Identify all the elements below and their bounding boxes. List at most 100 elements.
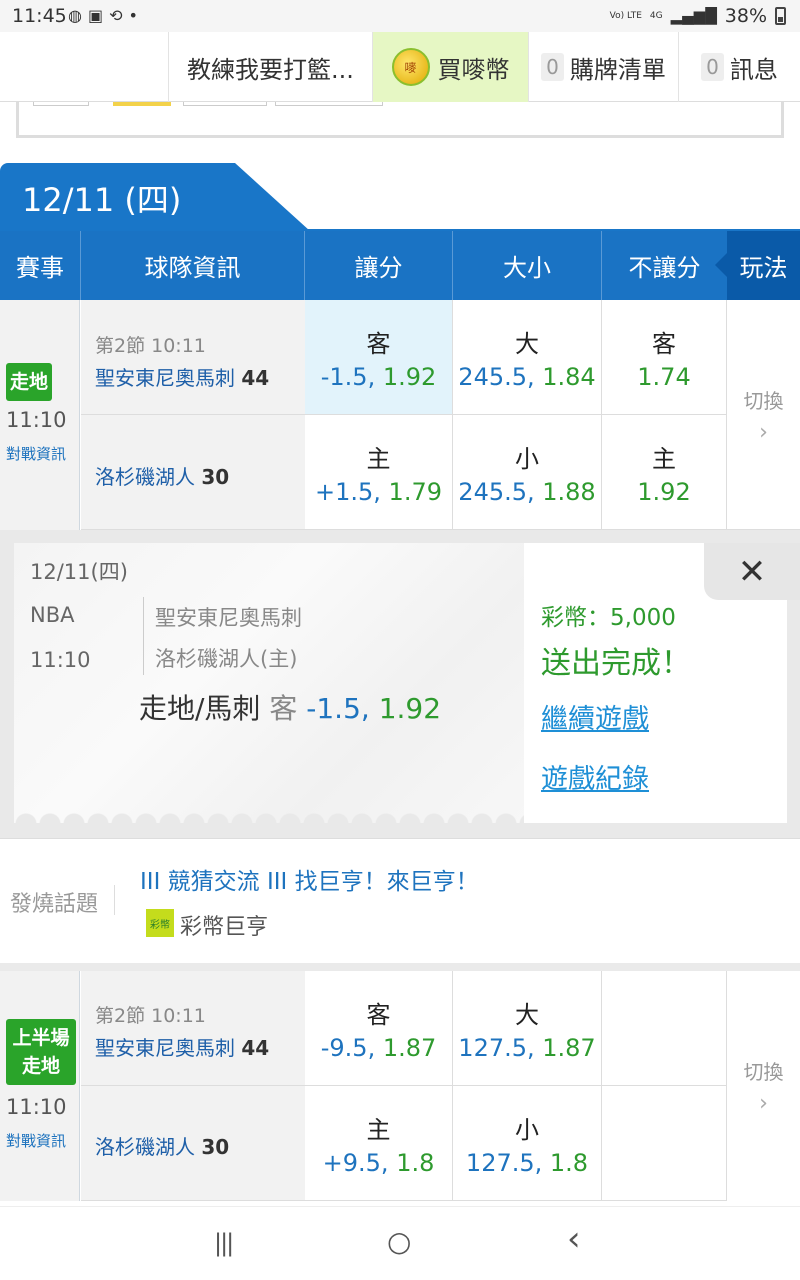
- game2-home-team: 洛杉磯湖人 30: [95, 1131, 229, 1160]
- game2-away-team-cell: 第2節 10:11 聖安東尼奧馬刺 44: [81, 971, 305, 1086]
- game1-matchup-info-link[interactable]: 對戰資訊: [6, 443, 66, 464]
- game1-spread-home-odds[interactable]: 主 +1.5, 1.79: [305, 415, 453, 530]
- table-header: 賽事 球隊資訊 讓分 大小 不讓分 玩法: [0, 231, 800, 300]
- odds-side: 主: [366, 1115, 391, 1144]
- messages-button[interactable]: 0 訊息: [678, 32, 800, 102]
- hot-topic-label: 發燒話題: [10, 892, 99, 917]
- game1-away-team-cell: 第2節 10:11 聖安東尼奧馬刺 44: [81, 300, 305, 415]
- hot-topic-divider: [114, 885, 115, 915]
- hot-topic-author[interactable]: 彩幣巨亨: [180, 909, 268, 941]
- buy-coins-button[interactable]: 嘜 買嘜幣: [372, 32, 528, 102]
- odds-price: 1.8: [396, 1148, 435, 1177]
- game1-home-team-cell: 洛杉磯湖人 30: [81, 415, 305, 530]
- game2-period: 第2節 10:11: [95, 1005, 206, 1027]
- ticket-time: 11:10: [30, 648, 91, 672]
- game2-home-score: 30: [201, 1135, 230, 1159]
- odds-line: -9.5,: [320, 1033, 383, 1062]
- header-spread: 讓分: [305, 231, 453, 300]
- game1-home-score: 30: [201, 465, 230, 489]
- header-play-toggle[interactable]: 玩法: [715, 231, 800, 300]
- status-right: Vo) LTE 4G ▂▄▆█ 38%: [610, 5, 786, 27]
- odds-price: 1.88: [542, 477, 596, 506]
- hot-topic-title-link[interactable]: III 競猜交流 III 找巨亨！來巨亨！: [140, 862, 479, 896]
- odds-side: 大: [515, 329, 539, 358]
- odds-value: 245.5, 1.84: [458, 363, 595, 391]
- game-history-link[interactable]: 遊戲紀錄: [541, 757, 649, 796]
- battery-percent: 38%: [724, 5, 767, 27]
- close-confirmation-button[interactable]: ✕: [704, 543, 800, 600]
- lottery-coin-icon: 彩幣: [146, 909, 174, 937]
- game1-time: 11:10: [6, 408, 67, 432]
- odds-value: -9.5, 1.87: [321, 1034, 437, 1062]
- odds-line: 245.5,: [458, 477, 543, 506]
- odds-value: 245.5, 1.88: [458, 478, 595, 506]
- continue-game-link[interactable]: 繼續遊戲: [541, 697, 649, 736]
- badge-line: 上半場: [12, 1027, 70, 1049]
- home-button[interactable]: ○: [387, 1225, 411, 1258]
- nav-forum-link[interactable]: 教練我要打籃...: [168, 32, 372, 102]
- game1-moneyline-away-odds[interactable]: 客 1.74: [602, 300, 727, 415]
- odds-value: 1.74: [637, 363, 690, 391]
- odds-line: +1.5,: [315, 477, 389, 506]
- odds-price: 1.79: [388, 477, 442, 506]
- odds-side: 主: [366, 444, 391, 473]
- basketball-icon: ◍: [68, 6, 82, 25]
- odds-line: -1.5,: [320, 362, 383, 391]
- dot-icon: •: [128, 6, 138, 25]
- ticket-bet-price: 1.92: [378, 692, 442, 725]
- game2-spread-away-odds[interactable]: 客 -9.5, 1.87: [305, 971, 453, 1086]
- game2-switch-button[interactable]: 切換 ›: [727, 971, 800, 1201]
- game1-total-over-odds[interactable]: 大 245.5, 1.84: [453, 300, 602, 415]
- game2-live-badge: 上半場 走地: [6, 1019, 76, 1085]
- sync-icon: ⟲: [109, 6, 123, 25]
- game2-moneyline-home-empty: [602, 1086, 727, 1201]
- odds-price: 1.84: [542, 362, 596, 391]
- ticket-date: 12/11(四): [30, 560, 128, 584]
- ticket-divider: [143, 597, 144, 675]
- switch-label: 切換: [743, 1060, 784, 1084]
- odds-side: 大: [515, 1000, 539, 1029]
- odds-value: 1.92: [637, 478, 690, 506]
- status-bar: 11:45 ◍ ▣ ⟲ • Vo) LTE 4G ▂▄▆█ 38%: [0, 0, 800, 32]
- ticket-bet-side: 客: [269, 692, 298, 725]
- submit-success-text: 送出完成！: [541, 646, 691, 681]
- odds-price: 1.87: [382, 1033, 437, 1062]
- game1-switch-button[interactable]: 切換 ›: [727, 300, 800, 530]
- odds-line: 127.5,: [458, 1033, 543, 1062]
- date-tab-label: 12/11 (四): [22, 181, 182, 219]
- game2-spread-home-odds[interactable]: 主 +9.5, 1.8: [305, 1086, 453, 1201]
- game1-away-team: 聖安東尼奧馬刺 44: [95, 362, 269, 391]
- header-total: 大小: [453, 231, 602, 300]
- volte-icon: Vo) LTE: [609, 10, 642, 21]
- game2-away-team-name: 聖安東尼奧馬刺: [95, 1036, 235, 1060]
- banner-chip: [275, 102, 383, 106]
- odds-value: 127.5, 1.87: [458, 1034, 595, 1062]
- odds-side: 客: [366, 1000, 391, 1029]
- odds-value: +1.5, 1.79: [315, 478, 442, 506]
- game2-total-over-odds[interactable]: 大 127.5, 1.87: [453, 971, 602, 1086]
- odds-price: 1.92: [637, 477, 691, 506]
- messages-label: 訊息: [729, 55, 778, 84]
- game1-total-under-odds[interactable]: 小 245.5, 1.88: [453, 415, 602, 530]
- android-nav-bar: ||| ○ ‹: [0, 1206, 800, 1280]
- recent-apps-button[interactable]: |||: [214, 1229, 234, 1257]
- game2-total-under-odds[interactable]: 小 127.5, 1.8: [453, 1086, 602, 1201]
- odds-value: 127.5, 1.8: [466, 1149, 588, 1177]
- back-button[interactable]: ‹: [567, 1219, 581, 1259]
- odds-price: 1.8: [549, 1148, 589, 1177]
- header-team-info: 球隊資訊: [81, 231, 305, 300]
- game2-matchup-info-link[interactable]: 對戰資訊: [6, 1130, 66, 1151]
- ticket-league: NBA: [30, 603, 75, 627]
- game1-home-team: 洛杉磯湖人 30: [95, 461, 229, 490]
- battery-icon: [775, 7, 786, 25]
- status-time: 11:45: [12, 5, 67, 27]
- odds-line: +9.5,: [322, 1148, 397, 1177]
- game1-spread-away-odds[interactable]: 客 -1.5, 1.92: [305, 300, 453, 415]
- chevron-right-icon: ›: [759, 419, 768, 445]
- signal-icon: ▂▄▆█: [670, 7, 717, 25]
- game2-time: 11:10: [6, 1095, 67, 1119]
- switch-label: 切換: [743, 388, 784, 413]
- odds-line: 127.5,: [465, 1148, 550, 1177]
- game1-moneyline-home-odds[interactable]: 主 1.92: [602, 415, 727, 530]
- ticket-list-button[interactable]: 0 購牌清單: [528, 32, 678, 102]
